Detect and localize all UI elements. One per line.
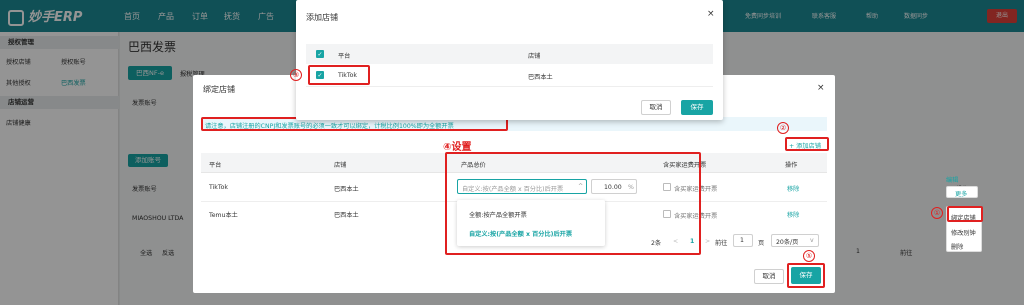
add-row-divider xyxy=(306,86,713,87)
highlight-add-store xyxy=(785,137,829,151)
add-table-header xyxy=(306,44,713,64)
close-icon[interactable]: × xyxy=(817,83,825,93)
add-col-platform: 平台 xyxy=(338,53,351,60)
edit-link[interactable]: 编辑 xyxy=(946,175,958,184)
row1-store: 巴西本土 xyxy=(334,186,359,193)
menu-rename[interactable]: 修改别钟 xyxy=(951,228,976,237)
close-icon[interactable]: × xyxy=(707,9,715,19)
annotation-5: ⑤ xyxy=(803,250,815,262)
menu-delete[interactable]: 删除 xyxy=(951,242,963,251)
col-platform: 平台 xyxy=(209,162,222,169)
per-page-select[interactable]: 20条/页 v xyxy=(771,234,819,247)
col-action: 操作 xyxy=(785,162,798,169)
highlight-settings xyxy=(445,152,701,255)
add-dialog-title: 添加店铺 xyxy=(306,13,338,22)
bind-cancel-button[interactable]: 取消 xyxy=(754,269,784,284)
annotation-3: ③ xyxy=(290,69,302,81)
add-store-dialog: 添加店铺 × ✓ 平台 店铺 ✓ TikTok 巴西本土 ③ 取消 保存 xyxy=(290,0,723,120)
add-cancel-button[interactable]: 取消 xyxy=(641,100,671,115)
row2-platform: Temu本土 xyxy=(209,212,238,219)
pagination-total: 2条 xyxy=(651,240,662,247)
add-row-store: 巴西本土 xyxy=(528,74,553,81)
row2-store: 巴西本土 xyxy=(334,212,359,219)
annotation-1: ① xyxy=(931,207,943,219)
highlight-save xyxy=(787,263,825,288)
pagination-page-unit: 页 xyxy=(758,240,765,247)
next-page-icon[interactable]: > xyxy=(705,238,710,245)
row1-remove-link[interactable]: 移除 xyxy=(787,184,799,193)
row2-remove-link[interactable]: 移除 xyxy=(787,210,799,219)
bind-dialog-title: 绑定店铺 xyxy=(203,85,235,94)
more-button[interactable]: 更多 xyxy=(946,186,978,198)
pagination-goto-input[interactable]: 1 xyxy=(733,234,753,247)
row1-platform: TikTok xyxy=(209,184,228,191)
prev-page-icon[interactable]: < xyxy=(673,238,678,245)
pagination-page[interactable]: 1 xyxy=(690,238,694,245)
chevron-down-icon: v xyxy=(810,237,814,244)
highlight-tiktok xyxy=(308,65,370,85)
annotation-4: ④设置 xyxy=(443,142,472,153)
highlight-bind-store xyxy=(947,206,983,222)
header-checkbox[interactable]: ✓ xyxy=(316,50,324,58)
col-store: 店铺 xyxy=(334,162,347,169)
pagination-goto-label: 前往 xyxy=(715,240,728,247)
add-col-store: 店铺 xyxy=(528,53,541,60)
annotation-2: ② xyxy=(777,122,789,134)
add-save-button[interactable]: 保存 xyxy=(681,100,713,115)
